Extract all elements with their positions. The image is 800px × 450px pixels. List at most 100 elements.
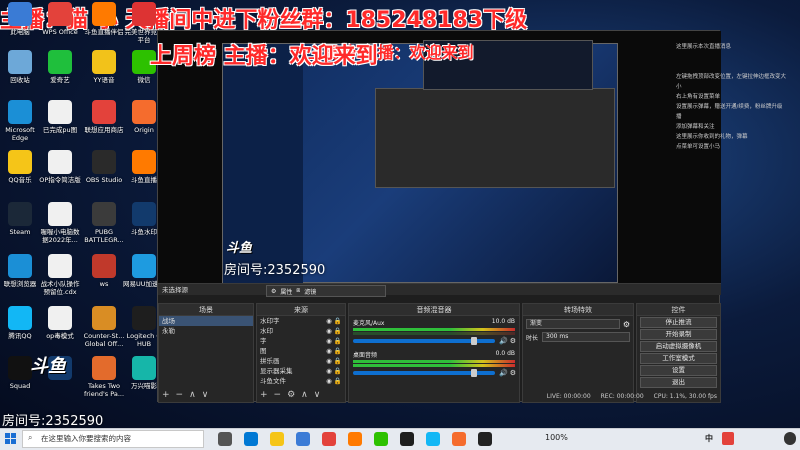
source-item[interactable]: 显示器采集 ◉ 🔒 <box>257 366 345 376</box>
edge-taskbar-icon[interactable] <box>244 432 258 446</box>
source-item[interactable]: 拼乐画 ◉ 🔒 <box>257 356 345 366</box>
gear-icon[interactable]: ⚙ <box>623 320 630 329</box>
app-taskbar-icon[interactable] <box>452 432 466 446</box>
live-time: LIVE: 00:00:00 <box>546 393 591 400</box>
duration-input[interactable]: 300 ms <box>542 332 630 342</box>
battery-status[interactable]: 100% <box>545 433 568 442</box>
lenovo-icon[interactable] <box>322 432 336 446</box>
transitions-dock: 转场特效 渐变 ⚙ 时长 300 ms <box>522 303 634 403</box>
lenovo-store-icon <box>92 100 116 124</box>
qq-taskbar-icon[interactable] <box>426 432 440 446</box>
transition-select[interactable]: 渐变 <box>526 319 620 329</box>
desktop-icon[interactable]: QQ音乐 <box>0 150 42 200</box>
control-button[interactable]: 工作室模式 <box>640 353 717 364</box>
desktop-icon[interactable]: 联想浏览器 <box>0 254 42 304</box>
input-method-icon[interactable] <box>722 432 734 445</box>
desktop-icon-label: 此电脑 <box>10 28 30 36</box>
desktop-icon[interactable]: 喔喔小电脑数据2022年... <box>38 202 82 252</box>
app-taskbar-icon[interactable] <box>478 432 492 446</box>
desktop-icon[interactable]: YY语音 <box>82 50 126 100</box>
control-button[interactable]: 设置 <box>640 365 717 376</box>
scene-item[interactable]: 永勒 <box>159 326 253 336</box>
source-item[interactable]: 字 ◉ 🔒 <box>257 336 345 346</box>
chat-line: 小 <box>676 84 682 90</box>
source-item[interactable]: 水印字 ◉ 🔒 <box>257 316 345 326</box>
desktop-icon-label: Microsoft Edge <box>5 126 35 142</box>
eye-lock-icon[interactable]: ◉ 🔒 <box>326 376 342 386</box>
desktop-icon[interactable]: ws <box>82 254 126 304</box>
douyu-taskbar-icon[interactable] <box>348 432 362 446</box>
desktop-icon[interactable]: 已完成pu图 <box>38 100 82 150</box>
obs-taskbar-icon[interactable] <box>400 432 414 446</box>
source-item[interactable]: 斗鱼文件 ◉ 🔒 <box>257 376 345 386</box>
speaker-icon[interactable]: 🔊 <box>499 337 508 345</box>
eye-lock-icon[interactable]: ◉ 🔒 <box>326 336 342 346</box>
chevron-up-icon[interactable]: ∧ <box>301 390 308 400</box>
desktop-icon[interactable]: 此电脑 <box>0 2 42 52</box>
computer-icon <box>8 2 32 26</box>
desktop-icon[interactable]: OP指令简洁版 <box>38 150 82 200</box>
properties-button[interactable]: 属性 <box>280 287 292 296</box>
desktop-icon[interactable]: Takes Two friend's Pa... <box>82 356 126 406</box>
task-view-icon[interactable] <box>218 432 232 446</box>
track-name: 麦克风/Aux <box>353 320 385 327</box>
filter-icon: ⧈ <box>296 287 301 294</box>
chevron-down-icon[interactable]: ∨ <box>202 390 209 400</box>
taskbar-search-input[interactable]: 在这里输入你要搜索的内容 <box>22 430 204 448</box>
yy-icon <box>92 50 116 74</box>
windows-start-icon[interactable] <box>5 433 17 445</box>
desktop-icon[interactable]: 腾讯QQ <box>0 306 42 356</box>
volume-slider[interactable] <box>353 337 495 345</box>
scene-item[interactable]: 战场 <box>159 316 253 326</box>
qq-music-icon <box>8 150 32 174</box>
obs-status-bar: LIVE: 00:00:00 REC: 00:00:00 CPU: 1.1%, … <box>458 391 721 403</box>
logitech-icon <box>132 306 156 330</box>
control-button[interactable]: 开始录制 <box>640 329 717 340</box>
iqiyi-icon <box>48 50 72 74</box>
store-icon[interactable] <box>296 432 310 446</box>
desktop-icon[interactable]: 回收站 <box>0 50 42 100</box>
eye-lock-icon[interactable]: ◉ 🔒 <box>326 326 342 336</box>
chevron-down-icon[interactable]: ∨ <box>314 390 321 400</box>
obs-icon <box>92 150 116 174</box>
desktop-icon[interactable]: 爱奇艺 <box>38 50 82 100</box>
desktop-icon[interactable]: Steam <box>0 202 42 252</box>
source-item[interactable]: 水印 ◉ 🔒 <box>257 326 345 336</box>
filters-button[interactable]: 滤镜 <box>304 287 316 296</box>
gear-icon[interactable]: ⚙ <box>510 337 516 345</box>
desktop-icon[interactable]: PUBG BATTLEGR... <box>82 202 126 252</box>
file-explorer-icon[interactable] <box>270 432 284 446</box>
add-icon[interactable]: + <box>260 390 268 400</box>
desktop-icon[interactable]: Counter-St... Global Off... <box>82 306 126 356</box>
eye-lock-icon[interactable]: ◉ 🔒 <box>326 316 342 326</box>
gear-icon[interactable]: ⚙ <box>510 369 516 377</box>
control-button[interactable]: 启动虚拟摄像机 <box>640 341 717 352</box>
eye-lock-icon[interactable]: ◉ 🔒 <box>326 346 342 356</box>
desktop-icon[interactable]: WPS Office <box>38 2 82 52</box>
desktop-icon[interactable]: 战术小队操作预留位.cdx <box>38 254 82 304</box>
desktop-icon[interactable]: op毒模式 <box>38 306 82 356</box>
source-item[interactable]: 图 ◉ 🔒 <box>257 346 345 356</box>
remove-icon[interactable]: − <box>176 390 184 400</box>
desktop-icon-label: OP指令简洁版 <box>39 176 81 184</box>
eye-lock-icon[interactable]: ◉ 🔒 <box>326 366 342 376</box>
remove-icon[interactable]: − <box>274 390 282 400</box>
gear-icon[interactable]: ⚙ <box>287 390 295 400</box>
chevron-up-icon[interactable]: ∧ <box>189 390 196 400</box>
eye-lock-icon[interactable]: ◉ 🔒 <box>326 356 342 366</box>
desktop-icon[interactable]: 斗鱼直播伴侣 <box>82 2 126 52</box>
squad-icon <box>8 356 32 380</box>
speaker-icon[interactable]: 🔊 <box>499 369 508 377</box>
source-label: 字 <box>260 337 267 345</box>
control-button[interactable]: 停止推流 <box>640 317 717 328</box>
control-button[interactable]: 退出 <box>640 377 717 388</box>
wechat-taskbar-icon[interactable] <box>374 432 388 446</box>
volume-slider[interactable] <box>353 369 495 377</box>
ime-indicator[interactable]: 中 <box>705 433 713 444</box>
douyu-logo: 斗鱼 <box>30 356 66 377</box>
desktop-icon[interactable]: 联想应用商店 <box>82 100 126 150</box>
desktop-icon[interactable]: Microsoft Edge <box>0 100 42 150</box>
desktop-icon[interactable]: OBS Studio <box>82 150 126 200</box>
notification-icon[interactable] <box>784 432 796 445</box>
add-icon[interactable]: + <box>162 390 170 400</box>
